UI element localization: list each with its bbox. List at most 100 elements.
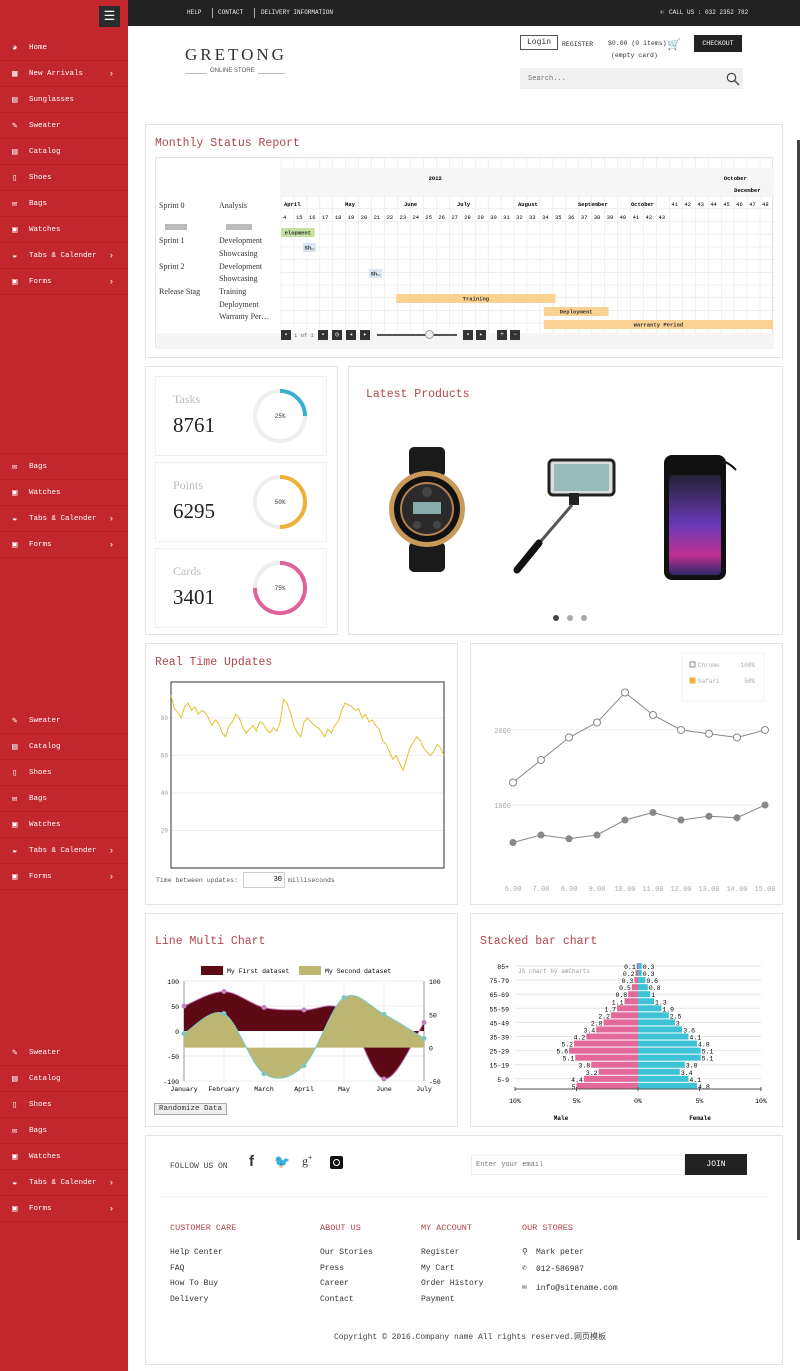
product-watch-image[interactable]	[387, 447, 467, 572]
footer-link-contact[interactable]: Contact	[320, 1295, 354, 1304]
store-email[interactable]: info@sitename.com	[536, 1284, 618, 1293]
next-button[interactable]: ▪	[463, 330, 473, 340]
sidebar-item-forms[interactable]: ▣ Forms ›	[0, 864, 128, 890]
facebook-icon[interactable]: f	[249, 1153, 254, 1170]
bar-male	[631, 984, 638, 991]
footer-link-payment[interactable]: Payment	[421, 1295, 455, 1304]
sidebar-item-watches[interactable]: ▣ Watches	[0, 812, 128, 838]
sidebar-item-home[interactable]: ◕ Home	[0, 35, 128, 61]
newsletter-email-input[interactable]	[471, 1155, 685, 1175]
stacked-bar-panel: Stacked bar chart JS chart by amCharts 85…	[470, 913, 783, 1127]
today-button[interactable]: ◷	[332, 330, 342, 340]
footer-link-our-stories[interactable]: Our Stories	[320, 1248, 373, 1257]
sidebar-item-partial[interactable]	[0, 430, 128, 454]
value-label-female: 3.6	[683, 1027, 695, 1034]
join-button[interactable]: JOIN	[685, 1154, 747, 1175]
sidebar-item-tabs-calender[interactable]: ◒ Tabs & Calender ›	[0, 838, 128, 864]
sidebar-item-sweater[interactable]: ✎ Sweater	[0, 708, 128, 734]
search-input[interactable]	[520, 68, 743, 89]
footer-link-help-center[interactable]: Help Center	[170, 1248, 223, 1257]
product-selfie-stick-image[interactable]	[509, 455, 619, 580]
footer-link-faq[interactable]: FAQ	[170, 1264, 184, 1273]
sidebar-item-bags[interactable]: ✉ Bags	[0, 786, 128, 812]
series-line-chrome	[512, 691, 766, 783]
sidebar-item-tabs-calender[interactable]: ◒ Tabs & Calender ›	[0, 243, 128, 269]
sidebar-item-forms[interactable]: ▣ Forms ›	[0, 269, 128, 295]
footer-link-my-cart[interactable]: My Cart	[421, 1264, 455, 1273]
sidebar-item-watches[interactable]: ▣ Watches	[0, 480, 128, 506]
zoom-out-button[interactable]: −	[510, 330, 520, 340]
bar-female	[638, 977, 646, 984]
contact-link[interactable]: CONTACT	[218, 0, 243, 26]
sidebar-item-catalog[interactable]: ▤ Catalog	[0, 1066, 128, 1092]
sidebar-item-shoes[interactable]: ▯ Shoes	[0, 760, 128, 786]
sidebar-item-sunglasses[interactable]: ▤ Sunglasses	[0, 87, 128, 113]
twitter-icon[interactable]: 🐦	[274, 1155, 290, 1170]
sidebar-item-new-arrivals[interactable]: ▦ New Arrivals ›	[0, 61, 128, 87]
last-button[interactable]: ▸	[476, 330, 486, 340]
footer-link-career[interactable]: Career	[320, 1279, 349, 1288]
image-icon: ▣	[12, 277, 18, 287]
sidebar-item-catalog[interactable]: ▤ Catalog	[0, 139, 128, 165]
first-page-button[interactable]: ▪	[281, 330, 291, 340]
product-speaker-image[interactable]	[662, 455, 742, 580]
footer-link-press[interactable]: Press	[320, 1264, 344, 1273]
call-us-text: CALL US : 032 2352 782	[669, 9, 749, 16]
prev-button[interactable]: ▪	[318, 330, 328, 340]
zoom-in-button[interactable]: +	[497, 330, 507, 340]
checkout-button[interactable]: CHECKOUT	[694, 35, 742, 52]
carousel-dot[interactable]	[553, 615, 559, 621]
scroll-left-button[interactable]: ◂	[346, 330, 356, 340]
gantt-scrollbar[interactable]	[226, 224, 252, 230]
sidebar-item-shoes[interactable]: ▯ Shoes	[0, 1092, 128, 1118]
help-link[interactable]: HELP	[187, 0, 201, 26]
data-point	[621, 816, 629, 824]
footer-link-delivery[interactable]: Delivery	[170, 1295, 208, 1304]
legend-label: My Second dataset	[325, 968, 391, 975]
sidebar-item-watches[interactable]: ▣ Watches	[0, 217, 128, 243]
sidebar-item-catalog[interactable]: ▤ Catalog	[0, 734, 128, 760]
carousel-dot[interactable]	[567, 615, 573, 621]
cart-icon[interactable]: 🛒	[667, 38, 681, 52]
follow-us-label: FOLLOW US ON	[170, 1162, 228, 1171]
cart-total[interactable]: $0.00 (0 items)	[608, 40, 667, 47]
scroll-right-button[interactable]: ▸	[360, 330, 370, 340]
footer-link-order-history[interactable]: Order History	[421, 1279, 483, 1288]
login-button[interactable]: Login	[520, 35, 558, 50]
google-plus-icon[interactable]: g+	[302, 1153, 313, 1169]
sidebar-item-sweater[interactable]: ✎ Sweater	[0, 113, 128, 139]
brand-logo[interactable]: GRETONG	[185, 45, 287, 65]
menu-toggle-button[interactable]: ☰	[99, 6, 120, 27]
sidebar-item-sweater[interactable]: ✎ Sweater	[0, 1040, 128, 1066]
randomize-data-button[interactable]: Randomize Data	[154, 1103, 228, 1115]
delivery-information-link[interactable]: DELIVERY INFORMATION	[261, 0, 333, 26]
sidebar-item-bags[interactable]: ✉ Bags	[0, 1118, 128, 1144]
stat-label: Tasks	[173, 392, 201, 406]
sidebar-item-bags[interactable]: ✉ Bags	[0, 191, 128, 217]
bar-female	[638, 1075, 689, 1082]
gantt-month: April	[284, 201, 301, 208]
x-tick: March	[254, 1086, 274, 1093]
search-icon[interactable]	[726, 72, 740, 86]
gantt-week: 42	[646, 214, 653, 221]
sidebar-item-label: Tabs & Calender	[29, 847, 97, 855]
sidebar-item-watches[interactable]: ▣ Watches	[0, 1144, 128, 1170]
zoom-slider-handle[interactable]	[425, 330, 434, 339]
gantt-scrollbar[interactable]	[165, 224, 187, 230]
footer-link-how-to-buy[interactable]: How To Buy	[170, 1279, 218, 1288]
sidebar-item-tabs-calender[interactable]: ◒ Tabs & Calender ›	[0, 506, 128, 532]
sidebar-item-forms[interactable]: ▣ Forms ›	[0, 1196, 128, 1222]
carousel-dot[interactable]	[581, 615, 587, 621]
zoom-slider[interactable]	[377, 334, 457, 336]
sidebar-item-shoes[interactable]: ▯ Shoes	[0, 165, 128, 191]
sidebar-item-bags[interactable]: ✉ Bags	[0, 454, 128, 480]
sidebar-item-forms[interactable]: ▣ Forms ›	[0, 532, 128, 558]
gantt-month: September	[578, 201, 608, 208]
instagram-icon[interactable]	[330, 1156, 343, 1169]
interval-input[interactable]	[243, 872, 285, 888]
value-label-male: 3.2	[586, 1070, 598, 1077]
register-link[interactable]: REGISTER	[562, 41, 593, 48]
footer-link-register[interactable]: Register	[421, 1248, 459, 1257]
y-tick: 2000	[494, 728, 511, 736]
sidebar-item-tabs-calender[interactable]: ◒ Tabs & Calender ›	[0, 1170, 128, 1196]
